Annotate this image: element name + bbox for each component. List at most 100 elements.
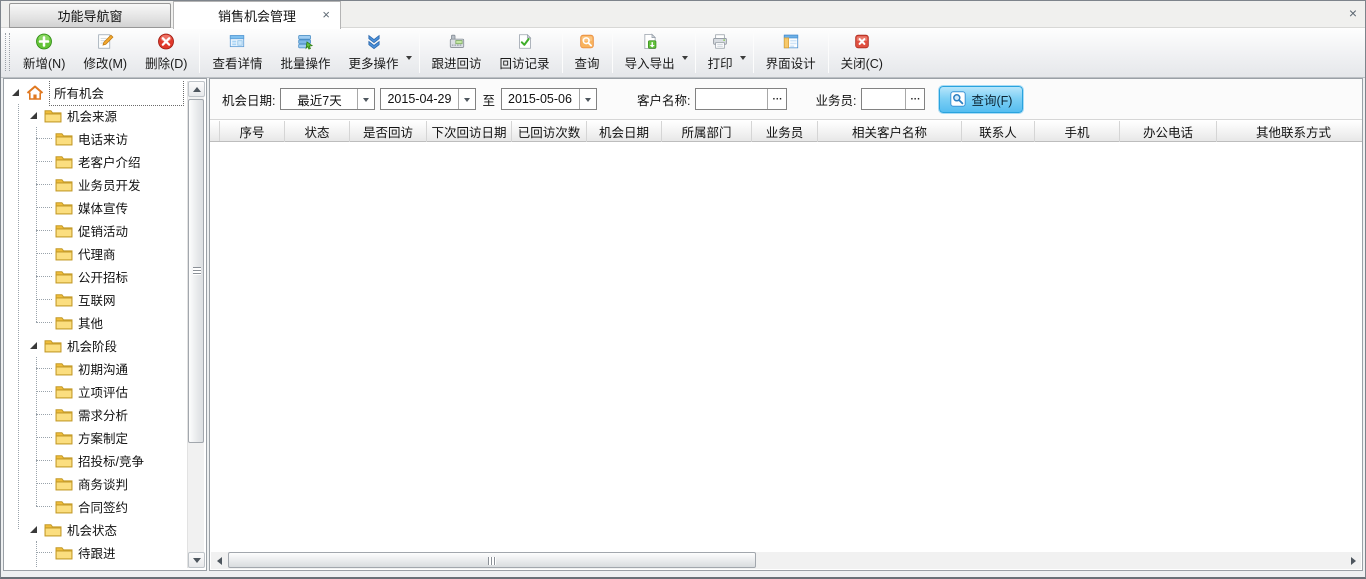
tab-close-icon[interactable]: × (322, 8, 330, 21)
tree-node-root[interactable]: 所有机会 (6, 81, 186, 104)
tab-function-nav[interactable]: 功能导航窗 (9, 3, 171, 28)
column-header[interactable]: 机会日期 (587, 121, 662, 142)
tree-node[interactable]: 方案制定 (6, 426, 186, 449)
visit-record-button[interactable]: 回访记录 (491, 30, 559, 74)
tree-node[interactable]: 立项评估 (6, 380, 186, 403)
scroll-left-arrow[interactable] (211, 552, 227, 569)
button-label: 修改(M) (83, 53, 127, 72)
tree-group-source[interactable]: 机会来源 (6, 104, 186, 127)
tree-node[interactable]: 需求分析 (6, 403, 186, 426)
column-header[interactable]: 下次回访日期 (427, 121, 512, 142)
close-button[interactable]: 关闭(C) (832, 30, 892, 74)
expand-icon[interactable] (30, 112, 37, 119)
expand-icon[interactable] (12, 89, 19, 96)
date-from-combo[interactable]: 2015-04-29 (380, 88, 476, 110)
salesman-browse-button[interactable]: ··· (905, 89, 924, 109)
tree-node[interactable]: 代理商 (6, 242, 186, 265)
dropdown-caret-icon[interactable] (682, 56, 688, 63)
tree-node-label: 公开招标 (78, 267, 128, 286)
tree-node[interactable]: 跟进中 (6, 564, 186, 568)
tab-sales-opportunity[interactable]: 销售机会管理 × (173, 1, 341, 29)
tree-node-label: 合同签约 (78, 497, 128, 516)
printer-icon (708, 32, 732, 51)
column-header[interactable]: 所属部门 (662, 121, 752, 142)
column-header[interactable]: 办公电话 (1120, 121, 1217, 142)
folder-icon (55, 131, 73, 146)
ui-design-button[interactable]: 界面设计 (757, 30, 825, 74)
column-header[interactable]: 业务员 (752, 121, 818, 142)
tree-node[interactable]: 初期沟通 (6, 357, 186, 380)
combo-arrow-icon[interactable] (579, 89, 596, 109)
batch-operation-button[interactable]: 批量操作 (271, 30, 339, 74)
expand-icon[interactable] (30, 526, 37, 533)
tree-node[interactable]: 媒体宣传 (6, 196, 186, 219)
horizontal-scrollbar[interactable] (211, 552, 1361, 569)
tree-group-stage[interactable]: 机会阶段 (6, 334, 186, 357)
tree-connector (36, 391, 52, 392)
folder-icon (55, 430, 73, 445)
dropdown-caret-icon[interactable] (406, 56, 412, 63)
tree-node[interactable]: 互联网 (6, 288, 186, 311)
customer-filter-label: 客户名称: (637, 90, 690, 109)
more-actions-button[interactable]: 更多操作 (340, 30, 408, 74)
detail-window-icon (225, 32, 249, 51)
customer-name-field[interactable]: ··· (695, 88, 787, 110)
tree-node[interactable]: 老客户介绍 (6, 150, 186, 173)
tree-node[interactable]: 合同签约 (6, 495, 186, 518)
tree-node-label: 需求分析 (78, 405, 128, 424)
query-button[interactable]: 查询 (566, 30, 609, 74)
button-label: 新增(N) (23, 53, 65, 72)
tree-node[interactable]: 业务员开发 (6, 173, 186, 196)
column-header[interactable]: 已回访次数 (512, 121, 587, 142)
followup-visit-button[interactable]: 跟进回访 (423, 30, 491, 74)
expand-icon[interactable] (30, 342, 37, 349)
salesman-input[interactable] (862, 89, 905, 109)
search-button[interactable]: 查询(F) (939, 86, 1023, 113)
modify-button[interactable]: 修改(M) (74, 30, 136, 74)
salesman-field[interactable]: ··· (861, 88, 925, 110)
column-header[interactable]: 其他联系方式 (1217, 121, 1363, 142)
add-button[interactable]: 新增(N) (14, 30, 74, 74)
date-to-combo[interactable]: 2015-05-06 (501, 88, 597, 110)
column-header[interactable]: 是否回访 (350, 121, 427, 142)
column-header[interactable]: 相关客户名称 (818, 121, 962, 142)
to-label: 至 (482, 90, 495, 109)
delete-button[interactable]: 删除(D) (136, 30, 196, 74)
tree-scrollbar[interactable] (187, 81, 204, 568)
date-preset-combo[interactable]: 最近7天 (280, 88, 375, 110)
tree-node[interactable]: 公开招标 (6, 265, 186, 288)
toolbar-grip[interactable] (5, 33, 10, 71)
folder-icon (55, 453, 73, 468)
import-export-button[interactable]: 导入导出 (616, 30, 684, 74)
tree-node[interactable]: 促销活动 (6, 219, 186, 242)
dropdown-caret-icon[interactable] (740, 56, 746, 63)
customer-browse-button[interactable]: ··· (767, 89, 786, 109)
tree-node-label: 机会状态 (67, 520, 117, 539)
combo-arrow-icon[interactable] (357, 89, 374, 109)
print-button[interactable]: 打印 (699, 30, 742, 74)
tree-node-label: 媒体宣传 (78, 198, 128, 217)
scrollbar-thumb[interactable] (188, 99, 204, 443)
tree-node[interactable]: 商务谈判 (6, 472, 186, 495)
tree-group-status[interactable]: 机会状态 (6, 518, 186, 541)
tree-node[interactable]: 招投标/竞争 (6, 449, 186, 472)
scroll-down-arrow[interactable] (188, 552, 205, 568)
folder-icon (44, 108, 62, 123)
tree-node[interactable]: 待跟进 (6, 541, 186, 564)
column-header[interactable]: 序号 (220, 121, 285, 142)
search-button-label: 查询(F) (971, 90, 1012, 109)
view-detail-button[interactable]: 查看详情 (203, 30, 271, 74)
tree-node[interactable]: 其他 (6, 311, 186, 334)
opportunity-tree: 所有机会 机会来源 电话来访 老客户介绍 业务员开发 媒体宣传 促销活动 代理商… (6, 81, 186, 568)
combo-value: 2015-04-29 (381, 89, 458, 109)
tree-node[interactable]: 电话来访 (6, 127, 186, 150)
scroll-right-arrow[interactable] (1345, 552, 1361, 569)
column-header[interactable]: 手机 (1035, 121, 1120, 142)
combo-arrow-icon[interactable] (458, 89, 475, 109)
customer-name-input[interactable] (696, 89, 767, 109)
column-header[interactable]: 联系人 (962, 121, 1035, 142)
scroll-up-arrow[interactable] (188, 81, 205, 97)
scrollbar-thumb[interactable] (228, 552, 756, 568)
column-header[interactable]: 状态 (285, 121, 350, 142)
window-close-icon[interactable]: × (1349, 6, 1357, 20)
